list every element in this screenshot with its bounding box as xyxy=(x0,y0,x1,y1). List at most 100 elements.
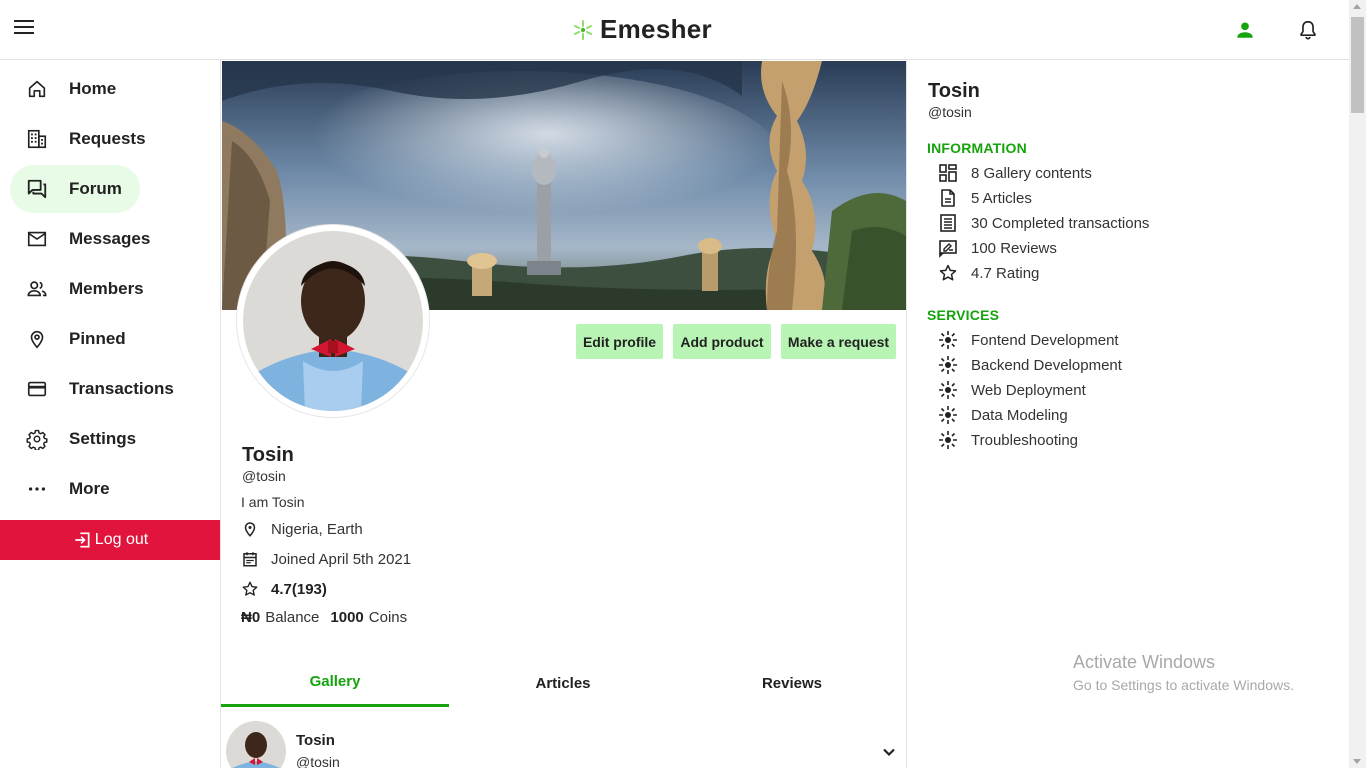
profile-location: Nigeria, Earth xyxy=(241,520,363,538)
service-icon xyxy=(939,431,957,449)
balance-label: Balance xyxy=(265,609,320,626)
post-author-handle: @tosin xyxy=(296,754,340,768)
info-articles: 5 Articles xyxy=(938,187,1032,209)
balance-value: ₦0 xyxy=(241,609,261,626)
summary-name: Tosin xyxy=(928,80,980,102)
service-item: Troubleshooting xyxy=(938,429,1078,451)
add-product-button[interactable]: Add product xyxy=(673,324,771,359)
info-label: 30 Completed transactions xyxy=(971,214,1150,232)
service-label: Fontend Development xyxy=(971,331,1119,349)
profile-bio: I am Tosin xyxy=(241,494,305,510)
service-label: Backend Development xyxy=(971,356,1122,374)
services-heading: SERVICES xyxy=(927,307,1000,323)
tab-reviews[interactable]: Reviews xyxy=(678,659,906,707)
tab-articles[interactable]: Articles xyxy=(449,659,677,707)
watermark-title: Activate Windows xyxy=(1073,652,1216,672)
sidebar-item-pinned[interactable]: Pinned xyxy=(10,315,144,363)
tab-gallery[interactable]: Gallery xyxy=(221,659,449,707)
watermark-subtitle: Go to Settings to activate Windows. xyxy=(1073,677,1294,693)
logout-icon xyxy=(75,532,90,548)
rating-text: 4.7(193) xyxy=(271,580,327,598)
service-icon xyxy=(939,406,957,424)
location-text: Nigeria, Earth xyxy=(271,520,363,538)
brand-logo-icon xyxy=(574,19,592,40)
star-icon xyxy=(242,581,258,596)
service-label: Web Deployment xyxy=(971,381,1086,399)
sidebar-item-label: Settings xyxy=(69,429,137,448)
forum-icon xyxy=(27,179,47,199)
service-label: Data Modeling xyxy=(971,406,1068,424)
sidebar-item-settings[interactable]: Settings xyxy=(10,415,154,463)
logout-button[interactable]: Log out xyxy=(0,520,220,560)
top-bar: Emesher xyxy=(0,0,1349,60)
info-reviews: 100 Reviews xyxy=(938,237,1057,259)
profile-tabs: Gallery Articles Reviews xyxy=(221,659,906,707)
scroll-up-arrow-icon[interactable] xyxy=(1353,4,1361,9)
profile-main: Edit profile Add product Make a request … xyxy=(221,60,907,768)
receipt-icon xyxy=(940,214,956,232)
sidebar-item-label: Forum xyxy=(69,179,122,198)
sidebar-item-members[interactable]: Members xyxy=(10,265,162,313)
sidebar-item-forum[interactable]: Forum xyxy=(10,165,140,213)
mail-icon xyxy=(27,231,47,247)
info-gallery: 8 Gallery contents xyxy=(938,162,1092,184)
profile-name: Tosin xyxy=(242,444,294,466)
profile-handle: @tosin xyxy=(242,468,286,484)
brand-name: Emesher xyxy=(600,14,712,44)
brand[interactable]: Emesher xyxy=(572,14,712,45)
info-label: 8 Gallery contents xyxy=(971,164,1092,182)
sidebar-item-label: More xyxy=(69,479,110,498)
sidebar-item-label: Requests xyxy=(69,129,146,148)
sidebar-item-more[interactable]: More xyxy=(10,465,128,513)
service-item: Web Deployment xyxy=(938,379,1086,401)
review-icon xyxy=(939,240,957,258)
bell-icon[interactable] xyxy=(1297,18,1319,42)
summary-handle: @tosin xyxy=(928,104,972,120)
home-icon xyxy=(28,80,46,98)
page-scrollbar[interactable] xyxy=(1349,0,1366,768)
building-icon xyxy=(27,129,47,149)
sidebar-item-label: Members xyxy=(69,279,144,298)
service-icon xyxy=(939,331,957,349)
calendar-icon xyxy=(243,552,257,567)
location-pin-icon xyxy=(244,522,256,537)
info-label: 100 Reviews xyxy=(971,239,1057,257)
edit-profile-button[interactable]: Edit profile xyxy=(576,324,663,359)
profile-avatar[interactable] xyxy=(237,225,429,417)
gallery-post: Tosin @tosin xyxy=(221,716,906,768)
more-dots-icon xyxy=(28,487,46,491)
gallery-grid-icon xyxy=(939,164,957,182)
info-label: 5 Articles xyxy=(971,189,1032,207)
service-label: Troubleshooting xyxy=(971,431,1079,449)
document-icon xyxy=(941,189,955,207)
post-avatar[interactable] xyxy=(226,721,286,768)
hamburger-menu-icon[interactable] xyxy=(14,20,34,38)
profile-rating: 4.7(193) xyxy=(241,580,327,598)
windows-activation-watermark: Activate Windows Go to Settings to activ… xyxy=(1073,652,1294,693)
make-request-button[interactable]: Make a request xyxy=(781,324,896,359)
scroll-down-arrow-icon[interactable] xyxy=(1353,759,1361,764)
user-icon[interactable] xyxy=(1234,19,1256,41)
service-icon xyxy=(939,356,957,374)
star-icon xyxy=(939,264,957,281)
sidebar: Home Requests Forum Messages Members Pin… xyxy=(0,60,221,768)
sidebar-item-transactions[interactable]: Transactions xyxy=(10,365,192,413)
service-item: Backend Development xyxy=(938,354,1122,376)
card-icon xyxy=(27,381,47,397)
chevron-down-icon[interactable] xyxy=(881,744,897,760)
sidebar-item-label: Transactions xyxy=(69,379,174,398)
joined-text: Joined April 5th 2021 xyxy=(271,550,412,568)
scrollbar-thumb[interactable] xyxy=(1351,17,1364,113)
info-transactions: 30 Completed transactions xyxy=(938,212,1149,234)
sidebar-item-requests[interactable]: Requests xyxy=(10,115,164,163)
logout-label: Log out xyxy=(94,531,149,548)
sidebar-item-label: Pinned xyxy=(69,329,126,348)
sidebar-item-messages[interactable]: Messages xyxy=(10,215,168,263)
sidebar-item-label: Messages xyxy=(69,229,151,248)
profile-joined: Joined April 5th 2021 xyxy=(241,550,411,568)
service-item: Fontend Development xyxy=(938,329,1119,351)
info-label: 4.7 Rating xyxy=(971,264,1040,282)
coins-label: Coins xyxy=(368,609,408,626)
sidebar-item-home[interactable]: Home xyxy=(10,65,134,113)
info-rating: 4.7 Rating xyxy=(938,262,1039,284)
